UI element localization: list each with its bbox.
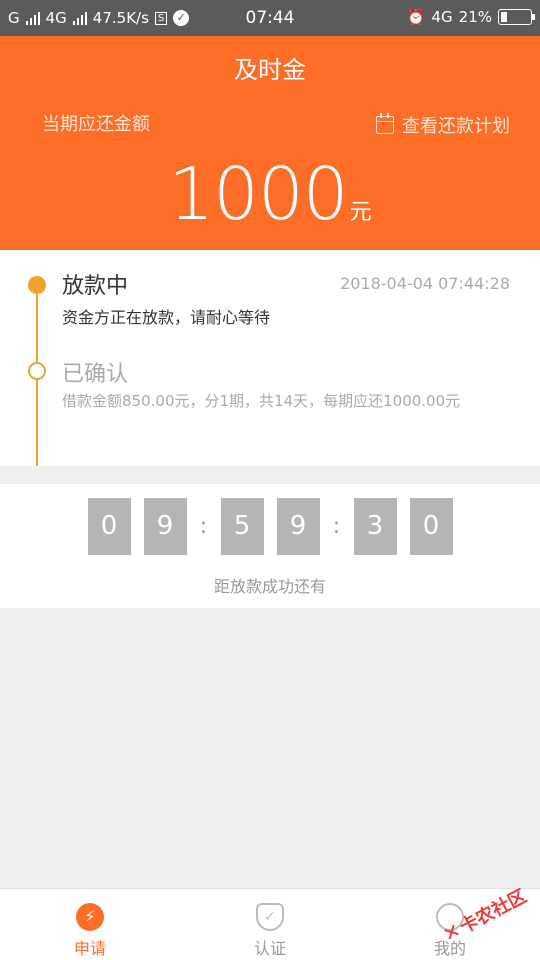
bolt-icon: ⚡ [76,903,104,931]
tab-apply[interactable]: ⚡ 申请 [40,903,140,959]
step-desc-lending: 资金方正在放款，请耐心等待 [62,308,271,327]
countdown-label: 距放款成功还有 [213,577,326,596]
view-plan-link[interactable]: 查看还款计划 [376,112,510,138]
countdown-digit: 9 [276,498,320,555]
step-title-confirmed: 已确认 [62,362,129,387]
countdown-separator: : [332,514,341,539]
view-plan-label: 查看还款计划 [402,116,510,137]
countdown-digit: 0 [87,498,131,555]
tab-verify[interactable]: ✓ 认证 [220,903,320,959]
amount-value: 1000 [168,152,348,236]
tab-label: 申请 [73,939,106,958]
alarm-off-icon: ⏰ [406,8,426,26]
step-desc-confirmed: 借款金额850.00元，分1期，共14天，每期应还1000.00元 [62,392,461,410]
countdown-digit: 5 [220,498,264,555]
page-title: 及时金 [234,56,306,84]
status-bar: G 4G 47.5K/s S ✓ 07:44 ⏰ 4G 21% [0,0,540,36]
shield-check-icon: ✓ [256,903,284,931]
status-timeline: 放款中 2018-04-04 07:44:28 资金方正在放款，请耐心等待 已确… [0,250,540,466]
step-title-lending: 放款中 [62,274,129,299]
network-type: 4G [431,8,453,26]
battery-percent: 21% [458,8,492,26]
timeline-dot-inactive [28,362,46,380]
header: 及时金 当期应还金额 查看还款计划 1000元 [0,36,540,250]
countdown-digits: 0 9 : 5 9 : 3 0 [0,498,540,555]
calendar-icon [376,113,394,134]
amount-unit: 元 [349,200,372,225]
countdown-panel: 0 9 : 5 9 : 3 0 距放款成功还有 [0,484,540,608]
countdown-separator: : [199,514,208,539]
amount-label: 当期应还金额 [42,114,150,135]
tab-label: 认证 [253,939,286,958]
timeline-dot-active [28,276,46,294]
countdown-digit: 0 [409,498,453,555]
countdown-digit: 3 [353,498,397,555]
amount-display: 1000元 [0,152,540,236]
countdown-digit: 9 [143,498,187,555]
step-timestamp: 2018-04-04 07:44:28 [340,274,510,293]
battery-icon [498,9,535,25]
